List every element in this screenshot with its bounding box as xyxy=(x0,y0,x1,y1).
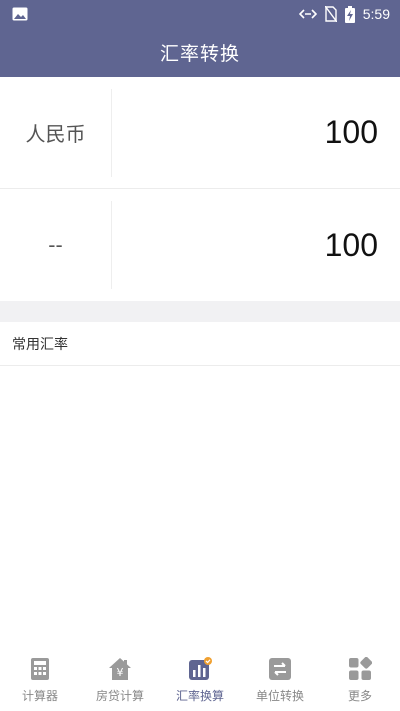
to-currency-row: -- 100 xyxy=(0,189,400,301)
tab-label: 汇率换算 xyxy=(175,689,224,703)
more-grid-icon xyxy=(349,657,372,680)
app-bar: 汇率转换 xyxy=(0,28,400,77)
tab-label: 单位转换 xyxy=(255,689,304,703)
tab-house-loan[interactable]: ¥ 房贷计算 xyxy=(80,649,160,711)
section-divider xyxy=(0,301,400,322)
house-loan-icon: ¥ xyxy=(109,658,131,680)
bottom-tab-bar: 计算器 ¥ 房贷计算 汇率换算 单位转换 更多 xyxy=(0,649,400,711)
to-currency-selector[interactable]: -- xyxy=(0,201,112,289)
exchange-chart-icon xyxy=(189,657,212,680)
svg-text:¥: ¥ xyxy=(117,666,124,679)
calculator-icon xyxy=(31,658,49,680)
tab-exchange-rate[interactable]: 汇率换算 xyxy=(160,649,240,711)
from-currency-selector[interactable]: 人民币 xyxy=(0,88,112,177)
tab-label: 更多 xyxy=(347,689,372,703)
tab-label: 房贷计算 xyxy=(95,689,144,703)
status-bar: 5:59 xyxy=(0,0,400,28)
to-amount-input[interactable]: 100 xyxy=(112,227,400,264)
from-amount-input[interactable]: 100 xyxy=(112,114,400,151)
gallery-notification-icon xyxy=(12,7,28,21)
no-sim-icon xyxy=(324,6,337,22)
tab-unit-conversion[interactable]: 单位转换 xyxy=(240,649,320,711)
tab-more[interactable]: 更多 xyxy=(320,649,400,711)
page-title: 汇率转换 xyxy=(159,43,240,65)
tab-calculator[interactable]: 计算器 xyxy=(0,649,80,711)
battery-charging-icon xyxy=(344,5,355,23)
status-time: 5:59 xyxy=(362,6,390,22)
data-sync-icon xyxy=(298,9,317,19)
swap-icon xyxy=(269,658,291,680)
common-rates-heading: 常用汇率 xyxy=(0,322,400,366)
tab-label: 计算器 xyxy=(21,689,58,703)
from-currency-row: 人民币 100 xyxy=(0,77,400,189)
